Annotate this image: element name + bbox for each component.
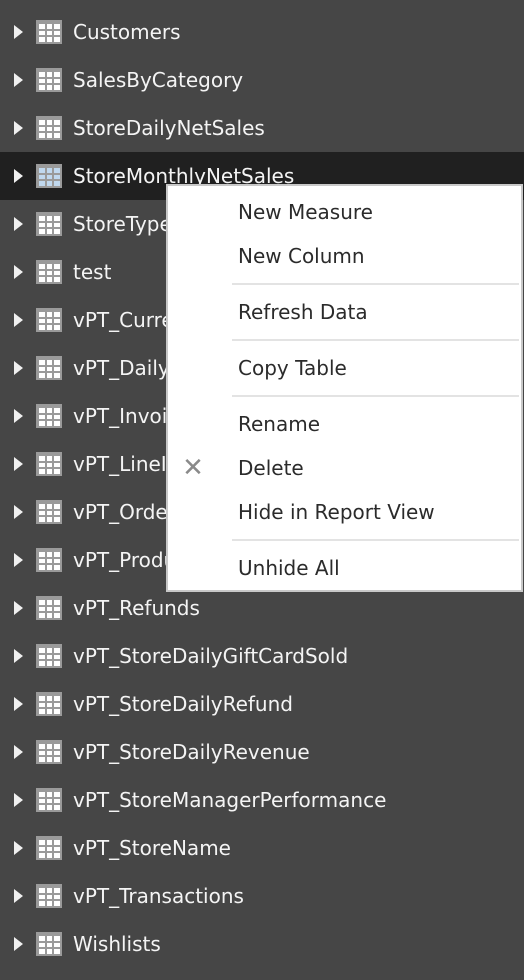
- table-name: SalesByCategory: [73, 68, 244, 92]
- table-row-vpt-storemanagerperformance[interactable]: vPT_StoreManagerPerformance: [0, 776, 524, 824]
- table-row-salesbycategory[interactable]: SalesByCategory: [0, 56, 524, 104]
- menu-item-label: Rename: [238, 412, 321, 436]
- expand-chevron-icon[interactable]: [14, 697, 23, 711]
- expand-chevron-icon[interactable]: [14, 505, 23, 519]
- table-name: vPT_Transactions: [73, 884, 244, 908]
- menu-item-new-column[interactable]: New Column: [168, 234, 521, 278]
- table-name: vPT_StoreName: [73, 836, 231, 860]
- table-icon: [36, 692, 62, 716]
- expand-chevron-icon[interactable]: [14, 265, 23, 279]
- menu-item-label: New Measure: [238, 200, 373, 224]
- expand-chevron-icon[interactable]: [14, 121, 23, 135]
- menu-separator: [232, 339, 519, 341]
- table-icon: [36, 404, 62, 428]
- menu-item-label: Unhide All: [238, 556, 340, 580]
- table-icon: [36, 164, 62, 188]
- table-name: test: [73, 260, 112, 284]
- table-icon: [36, 260, 62, 284]
- table-icon: [36, 740, 62, 764]
- table-name: vPT_Refunds: [73, 596, 200, 620]
- menu-item-unhide-all[interactable]: Unhide All: [168, 546, 521, 590]
- expand-chevron-icon[interactable]: [14, 937, 23, 951]
- expand-chevron-icon[interactable]: [14, 649, 23, 663]
- table-icon: [36, 212, 62, 236]
- table-row-vpt-storedailyrevenue[interactable]: vPT_StoreDailyRevenue: [0, 728, 524, 776]
- menu-item-label: Copy Table: [238, 356, 347, 380]
- table-name: StoreDailyNetSales: [73, 116, 265, 140]
- expand-chevron-icon[interactable]: [14, 73, 23, 87]
- menu-item-label: New Column: [238, 244, 365, 268]
- menu-item-copy-table[interactable]: Copy Table: [168, 346, 521, 390]
- table-row-customers[interactable]: Customers: [0, 8, 524, 56]
- table-name: Wishlists: [73, 932, 161, 956]
- menu-item-rename[interactable]: Rename: [168, 402, 521, 446]
- menu-separator: [232, 539, 519, 541]
- context-menu: New Measure New Column Refresh Data Copy…: [166, 184, 523, 592]
- table-icon: [36, 596, 62, 620]
- table-icon: [36, 356, 62, 380]
- expand-chevron-icon[interactable]: [14, 409, 23, 423]
- table-name: vPT_StoreManagerPerformance: [73, 788, 387, 812]
- table-name: vPT_StoreDailyGiftCardSold: [73, 644, 349, 668]
- table-name: vPT_Daily: [73, 356, 170, 380]
- table-icon: [36, 788, 62, 812]
- expand-chevron-icon[interactable]: [14, 457, 23, 471]
- table-icon: [36, 644, 62, 668]
- expand-chevron-icon[interactable]: [14, 553, 23, 567]
- menu-item-hide-in-report-view[interactable]: Hide in Report View: [168, 490, 521, 534]
- expand-chevron-icon[interactable]: [14, 889, 23, 903]
- expand-chevron-icon[interactable]: [14, 841, 23, 855]
- menu-item-delete[interactable]: ✕ Delete: [168, 446, 521, 490]
- menu-separator: [232, 395, 519, 397]
- menu-separator: [232, 283, 519, 285]
- expand-chevron-icon[interactable]: [14, 217, 23, 231]
- table-name: StoreType: [73, 212, 172, 236]
- menu-item-refresh-data[interactable]: Refresh Data: [168, 290, 521, 334]
- table-row-vpt-storedailygiftcardsold[interactable]: vPT_StoreDailyGiftCardSold: [0, 632, 524, 680]
- table-icon: [36, 68, 62, 92]
- table-icon: [36, 500, 62, 524]
- expand-chevron-icon[interactable]: [14, 745, 23, 759]
- table-icon: [36, 932, 62, 956]
- menu-item-label: Hide in Report View: [238, 500, 435, 524]
- expand-chevron-icon[interactable]: [14, 601, 23, 615]
- menu-item-label: Refresh Data: [238, 300, 368, 324]
- table-row-vpt-storename[interactable]: vPT_StoreName: [0, 824, 524, 872]
- table-icon: [36, 308, 62, 332]
- table-row-vpt-storedailyrefund[interactable]: vPT_StoreDailyRefund: [0, 680, 524, 728]
- expand-chevron-icon[interactable]: [14, 25, 23, 39]
- menu-item-new-measure[interactable]: New Measure: [168, 190, 521, 234]
- table-name: Customers: [73, 20, 181, 44]
- expand-chevron-icon[interactable]: [14, 361, 23, 375]
- table-row-vpt-transactions[interactable]: vPT_Transactions: [0, 872, 524, 920]
- table-row-storedailynetsales[interactable]: StoreDailyNetSales: [0, 104, 524, 152]
- table-icon: [36, 20, 62, 44]
- table-icon: [36, 836, 62, 860]
- expand-chevron-icon[interactable]: [14, 313, 23, 327]
- table-name: vPT_StoreDailyRevenue: [73, 740, 310, 764]
- table-icon: [36, 116, 62, 140]
- table-icon: [36, 452, 62, 476]
- table-icon: [36, 884, 62, 908]
- expand-chevron-icon[interactable]: [14, 793, 23, 807]
- table-name: vPT_StoreDailyRefund: [73, 692, 293, 716]
- menu-item-label: Delete: [238, 456, 304, 480]
- table-row-wishlists[interactable]: Wishlists: [0, 920, 524, 968]
- expand-chevron-icon[interactable]: [14, 169, 23, 183]
- table-icon: [36, 548, 62, 572]
- close-icon: ✕: [182, 453, 204, 483]
